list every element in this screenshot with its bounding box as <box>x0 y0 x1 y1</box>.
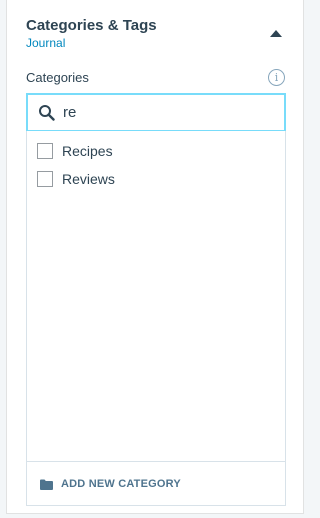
category-checkbox[interactable] <box>37 143 53 159</box>
info-icon[interactable]: i <box>268 69 285 86</box>
folder-icon <box>40 479 53 490</box>
list-item[interactable]: Recipes <box>37 142 113 160</box>
chevron-up-icon[interactable] <box>269 28 283 38</box>
search-icon <box>39 105 55 121</box>
category-list-footer: ADD NEW CATEGORY <box>26 461 286 506</box>
category-checkbox[interactable] <box>37 171 53 187</box>
categories-tags-panel: Categories & Tags Journal Categories i r… <box>6 0 304 514</box>
add-new-category-button[interactable]: ADD NEW CATEGORY <box>40 476 181 492</box>
category-label: Reviews <box>62 171 115 187</box>
panel-title: Categories & Tags <box>26 17 157 34</box>
panel-subtitle: Journal <box>26 36 66 50</box>
search-value: re <box>63 104 77 121</box>
panel-header[interactable]: Categories & Tags Journal <box>7 0 303 60</box>
category-search-input[interactable]: re <box>26 93 286 132</box>
category-label: Recipes <box>62 143 113 159</box>
list-item[interactable]: Reviews <box>37 170 115 188</box>
add-new-category-label: ADD NEW CATEGORY <box>61 478 181 490</box>
category-list: Recipes Reviews <box>26 131 286 462</box>
categories-label: Categories <box>26 70 89 85</box>
